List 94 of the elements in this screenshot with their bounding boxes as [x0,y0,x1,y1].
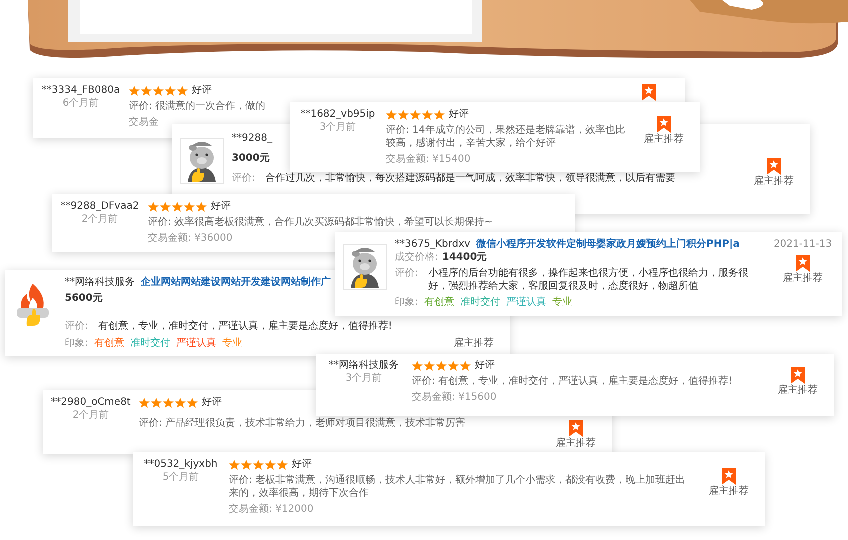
star-icon [229,460,240,470]
username: **网络科技服务 [65,276,135,289]
username: **网络科技服务 [329,359,399,372]
star-icon [129,86,140,96]
star-icon [434,110,445,120]
username: **2980_oCme8t [51,396,131,409]
username: **3334_FB080a [42,84,120,97]
star-icon [141,86,152,96]
review-text: 评价: 14年成立的公司，果然还是老牌靠谱，效率也比较高，感谢付出，辛苦大家，给个好评 [386,124,626,150]
time-ago: 3个月前 [346,372,382,385]
budget-text: 3000元 [232,152,270,165]
impressions-label: 印象: [65,338,88,349]
star-icon [412,360,423,370]
star-icon [277,460,288,470]
star-icon [386,110,397,120]
review-text: 评价: 效率很高老板很满意，合作几次买源码都非常愉快，希望可以长期保持~ [148,216,493,229]
rating-label: 好评 [292,458,312,471]
star-icon [196,202,207,212]
comment-label: 评价: [395,267,418,281]
recommend-label: 雇主推荐 [454,337,494,350]
username: **9288_DFvaa2 [60,200,140,213]
star-icon [165,86,176,96]
time-ago: 2个月前 [82,213,118,226]
star-icon [163,398,174,408]
star-icon [172,202,183,212]
comment-label: 评价: [232,172,256,185]
username: **3675_Kbrdxv [395,238,470,251]
impression-tag: 有创意 [424,297,454,308]
impression-tag: 专业 [222,338,242,349]
review-text: 评价: 产品经理很负责，技术非常给力，老师对项目很满意，技术非常厉害 [139,417,466,430]
star-icon [151,398,162,408]
time-ago: 6个月前 [62,97,100,110]
star-icon [175,398,186,408]
project-link[interactable]: 企业网站网站建设网站开发建设网站制作广 [141,276,331,289]
cartoon-avatar-icon [180,138,224,184]
amount-text: 交易金 [129,116,159,129]
impressions-label: 印象: [395,297,418,308]
time-ago: 5个月前 [162,471,200,484]
price-value: 14400元 [442,251,488,264]
review-text: 小程序的后台功能有很多，操作起来也很方便，小程序也很给力，服务很好，强烈推荐给大家，客服回复很及时，态度很好，物超所值 [428,267,750,293]
impression-tag: 严谨认真 [506,297,546,308]
star-icon [160,202,171,212]
impression-tag: 专业 [552,297,572,308]
rating-label: 好评 [211,200,231,213]
star-icon [241,460,252,470]
rating-label: 好评 [475,359,495,372]
star-icon [153,86,164,96]
recommend-label: 雇主推荐 [644,133,684,146]
cartoon-avatar-icon [343,244,387,290]
star-icon [422,110,433,120]
amount-text: 交易金额: ¥15600 [412,391,497,404]
review-text: 有创意，专业，准时交付，严谨认真，雇主要是态度好，值得推荐! [98,320,392,333]
username: **0532_kjyxbh [144,458,218,471]
price-label: 成交价格: [395,251,438,264]
amount-text: 交易金额: ¥12000 [229,503,314,516]
recommend-label: 雇主推荐 [556,437,596,450]
rating-label: 好评 [449,108,469,121]
rating-label: 好评 [192,84,212,97]
star-icon [265,460,276,470]
time-ago: 3个月前 [320,121,356,134]
comment-label: 评价: [65,320,88,333]
star-icon [139,398,150,408]
budget-text: 5600元 [65,292,103,305]
recommend-label: 雇主推荐 [709,485,749,498]
impression-tag: 准时交付 [130,338,170,349]
time-ago: 2个月前 [72,409,110,422]
review-text: 评价: 有创意，专业，准时交付，严谨认真，雇主要是态度好，值得推荐! [412,375,733,388]
review-text: 合作过几次，非常愉快，每次搭建源码都是一气呵成，效率非常快，领导很满意，以后有需要 [265,172,676,185]
star-icon [187,398,198,408]
project-link[interactable]: 微信小程序开发软件定制母婴家政月嫂预约上门积分PHP|a [476,238,740,251]
star-icon [253,460,264,470]
star-icon [460,360,471,370]
rating-label: 好评 [202,396,222,409]
recommend-label: 雇主推荐 [783,272,823,285]
star-icon [424,360,435,370]
username: **9288_ [232,132,272,145]
username: **1682_vb95ip [300,108,376,121]
amount-text: 交易金额: ¥36000 [148,232,233,245]
star-icon [448,360,459,370]
star-icon [148,202,159,212]
star-icon [177,86,188,96]
amount-text: 交易金额: ¥15400 [386,153,471,166]
impression-tag: 严谨认真 [176,338,216,349]
star-icon [410,110,421,120]
date-text: 2021-11-13 [774,238,832,251]
review-text: 评价: 老板非常满意，沟通很顺畅，技术人非常好，额外增加了几个小需求，都没有收费，晚上加班赶出来的，效率很高，期待下次合作 [229,474,687,500]
review-text: 评价: 很满意的一次合作，做的 [129,100,266,113]
impression-tag: 有创意 [94,338,124,349]
star-icon [436,360,447,370]
impression-tag: 准时交付 [460,297,500,308]
recommend-label: 雇主推荐 [754,175,794,188]
star-icon [184,202,195,212]
recommend-label: 雇主推荐 [778,384,818,397]
star-icon [398,110,409,120]
